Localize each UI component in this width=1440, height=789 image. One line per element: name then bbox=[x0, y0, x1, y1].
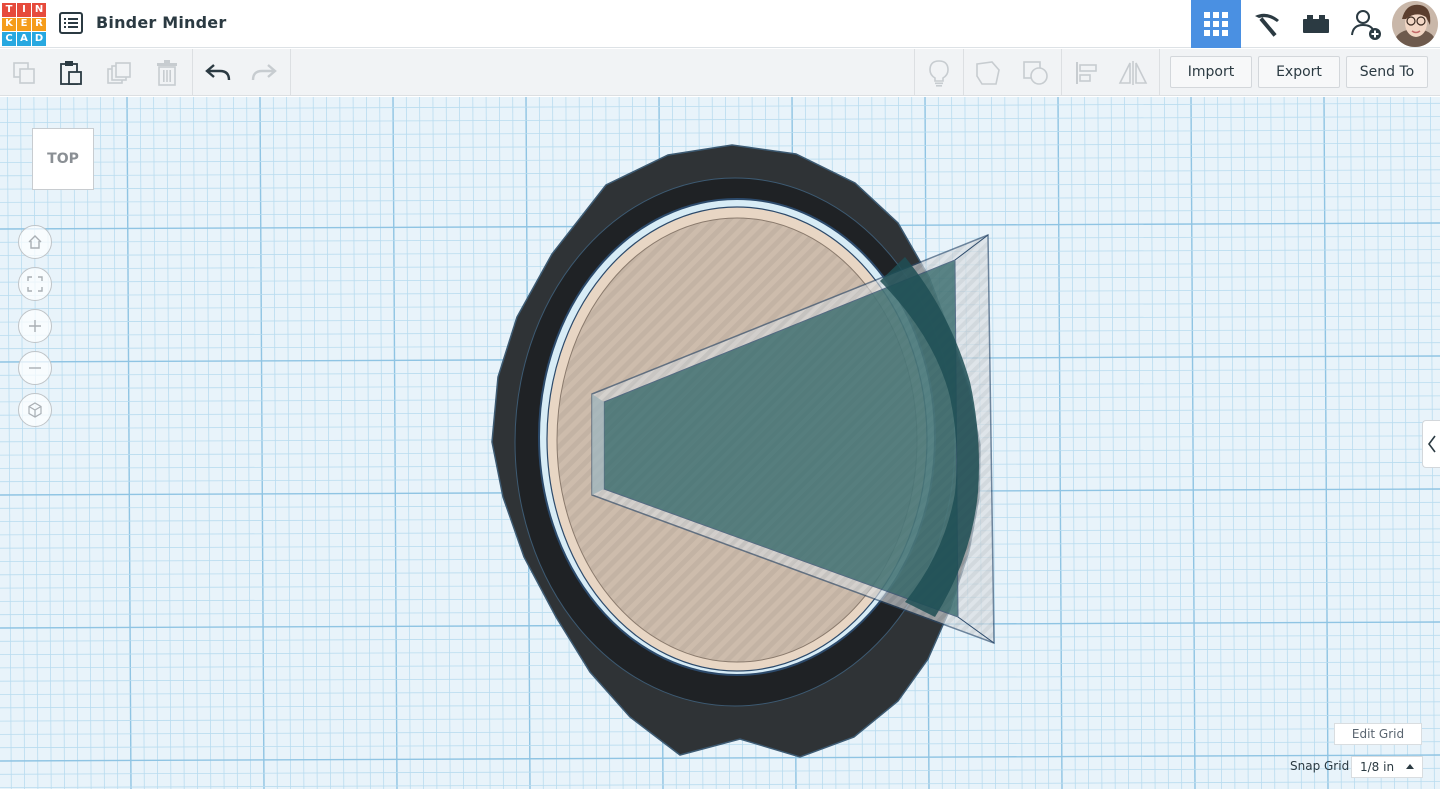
logo-letter-tile: D bbox=[32, 32, 46, 46]
logo-letter-tile: T bbox=[2, 3, 16, 17]
shapes-panel-toggle[interactable] bbox=[1422, 420, 1440, 468]
brick-icon bbox=[1303, 15, 1329, 33]
delete-button[interactable] bbox=[144, 49, 190, 96]
add-collaborator-button[interactable] bbox=[1341, 0, 1391, 48]
perspective-button[interactable] bbox=[18, 393, 52, 427]
perspective-icon bbox=[28, 402, 42, 418]
snap-grid-label: Snap Grid bbox=[1290, 759, 1350, 773]
zoom-out-icon bbox=[29, 367, 41, 369]
undo-icon bbox=[205, 63, 231, 80]
blocks-view-button[interactable] bbox=[1241, 0, 1291, 48]
redo-icon bbox=[251, 63, 277, 80]
home-view-button[interactable] bbox=[18, 225, 52, 259]
toolbar-divider bbox=[290, 49, 291, 96]
home-icon bbox=[28, 235, 42, 249]
import-button[interactable]: Import bbox=[1170, 56, 1252, 88]
project-title[interactable]: Binder Minder bbox=[96, 13, 226, 32]
logo-letter-tile: A bbox=[17, 32, 31, 46]
mirror-button[interactable] bbox=[1110, 49, 1156, 96]
ungroup-icon bbox=[1023, 60, 1048, 85]
ungroup-button[interactable] bbox=[1013, 49, 1059, 96]
view-cube[interactable]: TOP bbox=[32, 128, 94, 190]
zoom-out-button[interactable] bbox=[18, 351, 52, 385]
copy-button[interactable] bbox=[1, 49, 47, 96]
chevron-left-icon bbox=[1427, 435, 1436, 453]
workplane[interactable]: TOP Edit Grid Snap Grid 1/8 in bbox=[0, 97, 1440, 789]
logo-letter-tile: R bbox=[32, 17, 46, 31]
toolbar-divider bbox=[192, 49, 193, 96]
redo-button[interactable] bbox=[241, 49, 287, 96]
group-button[interactable] bbox=[965, 49, 1011, 96]
snap-grid-value: 1/8 in bbox=[1360, 760, 1395, 774]
fit-view-button[interactable] bbox=[18, 267, 52, 301]
show-all-button[interactable] bbox=[916, 49, 962, 96]
add-user-icon bbox=[1351, 10, 1381, 40]
view-cube-face-label: TOP bbox=[47, 151, 79, 167]
undo-button[interactable] bbox=[195, 49, 241, 96]
align-icon bbox=[1076, 61, 1097, 84]
zoom-in-icon bbox=[29, 320, 41, 332]
lightbulb-icon bbox=[929, 59, 949, 87]
toolbar-divider bbox=[1159, 49, 1160, 96]
zoom-in-button[interactable] bbox=[18, 309, 52, 343]
grid-view-icon bbox=[1204, 12, 1228, 36]
paste-button[interactable] bbox=[48, 49, 94, 96]
logo-letter-tile: C bbox=[2, 32, 16, 46]
logo-letter-tile: K bbox=[2, 17, 16, 31]
duplicate-icon bbox=[107, 61, 131, 84]
logo-letter-tile: N bbox=[32, 3, 46, 17]
bricks-view-button[interactable] bbox=[1291, 0, 1341, 48]
design-list-icon[interactable] bbox=[58, 11, 84, 35]
toolbar-divider bbox=[963, 49, 964, 96]
copy-icon bbox=[13, 61, 35, 84]
logo-letter-tile: E bbox=[17, 17, 31, 31]
caret-up-icon bbox=[1406, 764, 1414, 769]
design-shapes[interactable] bbox=[0, 97, 1440, 789]
group-icon bbox=[976, 60, 1000, 85]
user-avatar[interactable] bbox=[1392, 1, 1438, 47]
duplicate-button[interactable] bbox=[96, 49, 142, 96]
tinkercad-logo[interactable]: TIN KER CAD bbox=[2, 3, 46, 46]
send-to-button[interactable]: Send To bbox=[1346, 56, 1428, 88]
edit-toolbar: Import Export Send To bbox=[0, 49, 1440, 96]
paste-icon bbox=[60, 60, 82, 85]
align-button[interactable] bbox=[1063, 49, 1109, 96]
pickaxe-icon bbox=[1255, 13, 1279, 37]
edit-grid-button[interactable]: Edit Grid bbox=[1334, 723, 1422, 745]
3d-design-view-button[interactable] bbox=[1191, 0, 1241, 48]
app-header: TIN KER CAD Binder Minder bbox=[0, 0, 1440, 48]
export-button[interactable]: Export bbox=[1258, 56, 1340, 88]
logo-letter-tile: I bbox=[17, 3, 31, 17]
trash-icon bbox=[157, 59, 177, 86]
mirror-icon bbox=[1118, 60, 1148, 85]
toolbar-divider bbox=[914, 49, 915, 96]
toolbar-divider bbox=[1061, 49, 1062, 96]
fit-view-icon bbox=[27, 276, 43, 292]
snap-grid-select[interactable]: 1/8 in bbox=[1351, 756, 1423, 778]
